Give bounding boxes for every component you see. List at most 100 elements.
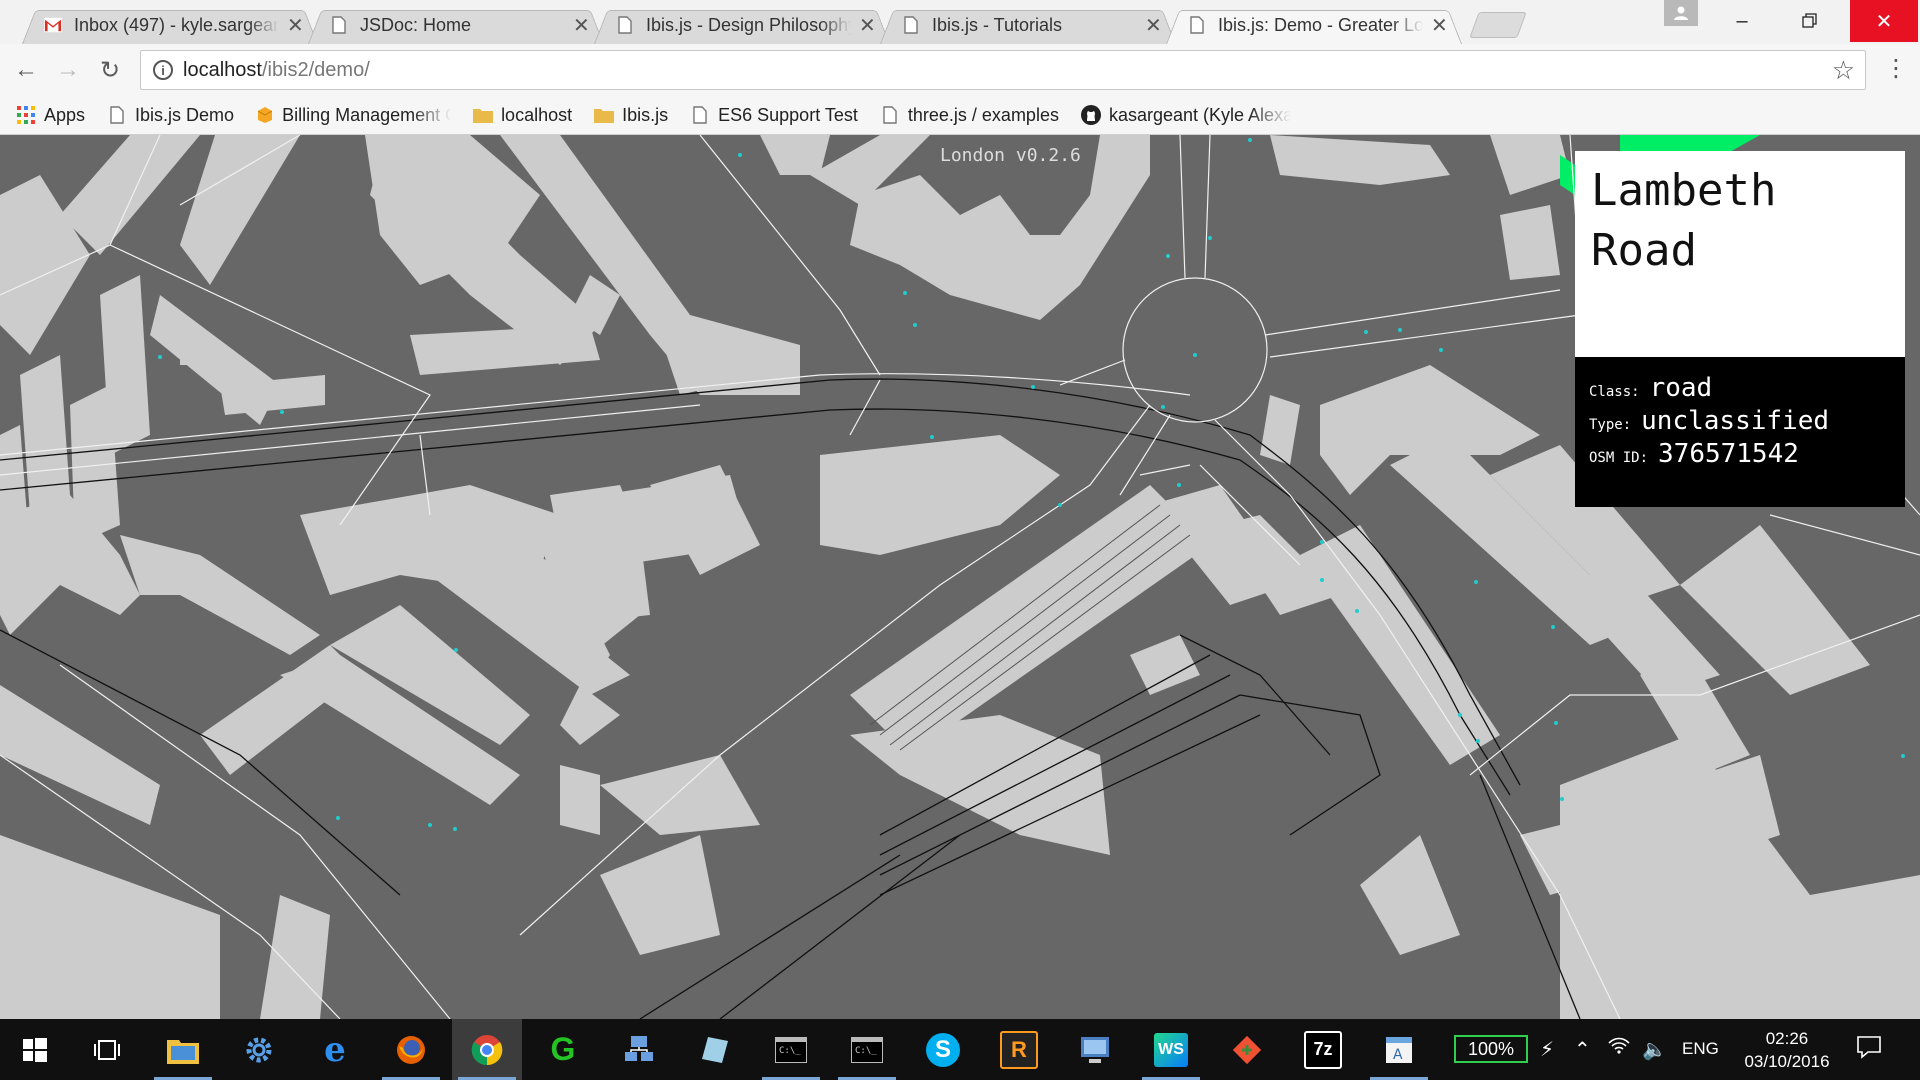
firefox-icon[interactable] (376, 1019, 446, 1080)
type-value: unclassified (1641, 406, 1829, 436)
type-key: Type: (1589, 417, 1632, 433)
notepad-app-icon[interactable] (680, 1019, 750, 1080)
tab-title: Ibis.js - Tutorials (932, 14, 1063, 35)
page-icon (107, 105, 127, 125)
star-icon[interactable]: ☆ (1832, 55, 1855, 86)
bookmark-label: Ibis.js (622, 104, 669, 125)
svg-text:C:\_: C:\_ (779, 1046, 801, 1056)
tab-design-philosophy[interactable]: Ibis.js - Design Philosophy ✕ (594, 6, 890, 44)
chevron-up-icon[interactable]: ⌃ (1574, 1037, 1591, 1062)
tab-gmail[interactable]: Inbox (497) - kyle.sargeant ✕ (22, 6, 318, 44)
bookmarks-bar: Apps Ibis.js Demo Billing Management Con… (0, 96, 1920, 135)
folder-icon (594, 105, 615, 125)
tab-title: JSDoc: Home (360, 14, 472, 35)
restore-button[interactable] (1776, 0, 1844, 42)
url-host: localhost (183, 58, 262, 81)
feature-info-panel: Lambeth Road Class: road Type: unclassif… (1575, 151, 1905, 507)
clock[interactable]: 02:26 03/10/2016 (1742, 1027, 1832, 1073)
image-viewer-icon[interactable]: A (1364, 1019, 1434, 1080)
webstorm-icon[interactable]: WS (1136, 1019, 1206, 1080)
tab-title: Ibis.js: Demo - Greater London (1218, 14, 1423, 35)
file-explorer-icon[interactable] (148, 1019, 218, 1080)
bookmark-apps[interactable]: Apps (16, 105, 85, 126)
forward-arrow-icon[interactable]: → (52, 54, 84, 86)
bookmark-label: Apps (44, 104, 86, 125)
close-icon[interactable]: ✕ (287, 13, 304, 38)
bookmark-label: localhost (501, 104, 573, 125)
skype-icon[interactable]: S (908, 1019, 978, 1080)
osm-value: 376571542 (1658, 439, 1799, 469)
page-icon (616, 15, 634, 35)
close-icon[interactable]: ✕ (573, 13, 590, 38)
bookmark-label: kasargeant (Kyle Alexander Sargeant) (1108, 104, 1291, 125)
map-canvas[interactable]: London v0.2.6 Lambeth Road Class: road T… (0, 135, 1920, 1019)
version-label: London v0.2.6 (940, 145, 1081, 166)
action-center-icon[interactable] (1856, 1035, 1882, 1065)
terminal-icon[interactable]: C:\_ (832, 1019, 902, 1080)
menu-dots-icon[interactable]: ⋮ (1884, 54, 1908, 83)
clock-time: 02:26 (1765, 1029, 1809, 1048)
settings-gear-icon[interactable] (224, 1019, 294, 1080)
feature-osm-row: OSM ID: 376571542 (1589, 439, 1891, 472)
info-icon[interactable]: i (153, 60, 173, 80)
bookmark-localhost[interactable]: localhost (473, 105, 572, 126)
r-app-icon[interactable]: R (984, 1019, 1054, 1080)
bookmark-github[interactable]: kasargeant (Kyle Alexander Sargeant) (1080, 104, 1291, 126)
edge-browser-icon[interactable]: e (300, 1019, 370, 1080)
feature-name: Lambeth Road (1575, 151, 1905, 357)
page-icon (902, 15, 920, 35)
power-plug-icon[interactable]: ⚡ (1540, 1037, 1554, 1062)
bookmark-ibis-demo[interactable]: Ibis.js Demo (107, 105, 234, 126)
bookmark-label: Ibis.js Demo (135, 104, 235, 125)
class-value: road (1649, 373, 1713, 403)
box-icon (256, 105, 274, 125)
close-icon[interactable]: ✕ (1145, 13, 1162, 38)
reload-icon[interactable]: ↻ (94, 54, 126, 86)
feature-type-row: Type: unclassified (1589, 406, 1891, 439)
address-bar[interactable]: i localhost/ibis2/demo/ ☆ (140, 50, 1866, 90)
class-key: Class: (1589, 384, 1640, 400)
volume-icon[interactable]: 🔈 (1642, 1037, 1667, 1062)
browser-toolbar: ← → ↻ i localhost/ibis2/demo/ ☆ ⋮ (0, 44, 1920, 96)
profile-icon[interactable] (1664, 0, 1698, 26)
close-icon[interactable]: ✕ (1431, 13, 1448, 38)
bookmark-threejs[interactable]: three.js / examples (880, 105, 1059, 126)
language-indicator[interactable]: ENG (1682, 1039, 1719, 1059)
bookmark-billing[interactable]: Billing Management Console (256, 105, 451, 126)
folder-icon (473, 105, 494, 125)
git-app-icon[interactable] (1212, 1019, 1282, 1080)
page-icon (330, 15, 348, 35)
7zip-icon[interactable]: 7z (1288, 1019, 1358, 1080)
windows-start-icon[interactable] (0, 1019, 70, 1080)
remote-desktop-icon[interactable] (1060, 1019, 1130, 1080)
minimize-button[interactable]: – (1708, 0, 1776, 42)
battery-indicator[interactable]: 100% (1454, 1035, 1528, 1063)
wifi-icon[interactable] (1608, 1037, 1630, 1061)
close-icon[interactable]: ✕ (859, 13, 876, 38)
green-g-app-icon[interactable]: G (528, 1019, 598, 1080)
tab-demo-active[interactable]: Ibis.js: Demo - Greater London ✕ (1166, 6, 1462, 44)
page-icon (1188, 15, 1206, 35)
feature-details: Class: road Type: unclassified OSM ID: 3… (1575, 357, 1905, 507)
chrome-icon[interactable] (452, 1019, 522, 1080)
close-window-button[interactable]: ✕ (1850, 0, 1918, 42)
page-icon (880, 105, 900, 125)
new-tab-button[interactable] (1469, 12, 1527, 38)
svg-text:C:\_: C:\_ (855, 1046, 877, 1056)
apps-grid-icon (16, 105, 36, 125)
task-view-icon[interactable] (72, 1019, 142, 1080)
terminal-icon[interactable]: C:\_ (756, 1019, 826, 1080)
tab-tutorials[interactable]: Ibis.js - Tutorials ✕ (880, 6, 1176, 44)
page-icon (690, 105, 710, 125)
svg-text:A: A (1393, 1047, 1403, 1063)
tab-jsdoc[interactable]: JSDoc: Home ✕ (308, 6, 604, 44)
bookmark-ibis-folder[interactable]: Ibis.js (594, 105, 668, 126)
tab-strip: Inbox (497) - kyle.sargeant ✕ JSDoc: Hom… (0, 0, 1920, 44)
back-arrow-icon[interactable]: ← (10, 54, 42, 86)
clock-date: 03/10/2016 (1744, 1052, 1830, 1071)
tab-title: Ibis.js - Design Philosophy (646, 14, 851, 35)
network-app-icon[interactable] (604, 1019, 674, 1080)
bookmark-es6-test[interactable]: ES6 Support Test (690, 105, 858, 126)
gmail-icon (44, 15, 62, 35)
bookmark-label: Billing Management Console (282, 104, 451, 125)
